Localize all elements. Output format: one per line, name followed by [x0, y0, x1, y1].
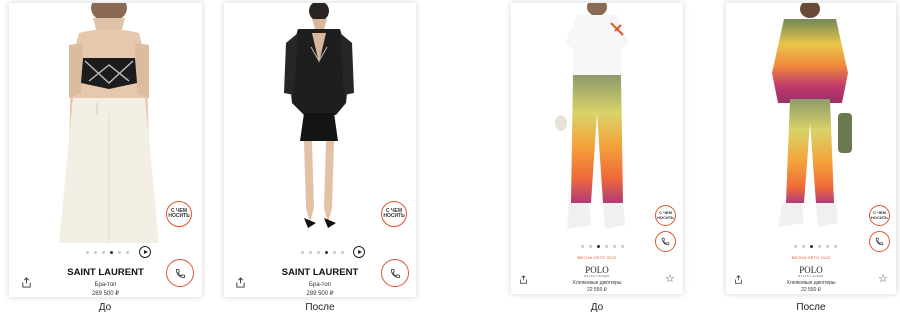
carousel-dot[interactable] [118, 251, 121, 254]
carousel-dots[interactable] [581, 245, 624, 248]
carousel-dot[interactable] [597, 245, 600, 248]
product-price: 289 500 ₽ [306, 291, 334, 297]
carousel-dot[interactable] [818, 245, 821, 248]
product-subtitle: Хлопковые джоггеры [786, 280, 836, 286]
carousel-dot[interactable] [605, 245, 608, 248]
carousel-dot[interactable] [826, 245, 829, 248]
product-subtitle: Хлопковые джоггеры [572, 280, 622, 286]
call-button[interactable] [655, 231, 676, 252]
product-photo[interactable] [726, 3, 896, 239]
phone-icon [875, 237, 884, 246]
carousel-dot[interactable] [317, 251, 320, 254]
product-price: 22 550 ₽ [801, 287, 821, 293]
brand-sub: RALPH LAUREN [584, 275, 610, 278]
brand-name: POLO [799, 265, 823, 275]
carousel-dot[interactable] [94, 251, 97, 254]
model-image [555, 3, 629, 229]
carousel-dot[interactable] [802, 245, 805, 248]
call-button[interactable] [869, 231, 890, 252]
caption-before: До [98, 302, 112, 313]
carousel-dot[interactable] [333, 251, 336, 254]
product-price: 22 550 ₽ [587, 287, 607, 293]
product-card-4[interactable]: С ЧЕМ НОСИТЬ ВЕСНА-ЛЕТО 2022 POLO RALPH … [726, 3, 896, 294]
play-icon[interactable] [139, 246, 151, 258]
carousel-dot[interactable] [309, 251, 312, 254]
season-badge: ВЕСНА-ЛЕТО 2022 [791, 255, 831, 260]
carousel-dot[interactable] [810, 245, 813, 248]
carousel-dot[interactable] [794, 245, 797, 248]
season-badge: ВЕСНА-ЛЕТО 2022 [577, 255, 617, 260]
carousel-dot[interactable] [126, 251, 129, 254]
brand-logo[interactable]: POLO RALPH LAUREN [726, 265, 896, 278]
carousel-dot[interactable] [301, 251, 304, 254]
carousel-dots[interactable] [301, 251, 344, 254]
carousel-dot[interactable] [102, 251, 105, 254]
caption-after: После [796, 302, 826, 313]
product-subtitle: Бра-топ [309, 282, 331, 288]
carousel-dots[interactable] [86, 251, 129, 254]
model-image [772, 3, 852, 227]
what-to-wear-button[interactable]: С ЧЕМ НОСИТЬ [381, 201, 407, 227]
carousel-dot[interactable] [110, 251, 113, 254]
carousel-dot[interactable] [325, 251, 328, 254]
carousel-dots[interactable] [794, 245, 837, 248]
product-card-2[interactable]: С ЧЕМ НОСИТЬ SAINT LAURENT Бра-топ 289 5… [224, 3, 416, 297]
brand-name[interactable]: SAINT LAURENT [9, 267, 202, 278]
product-photo[interactable] [511, 3, 683, 239]
product-card-3[interactable]: С ЧЕМ НОСИТЬ ВЕСНА-ЛЕТО 2022 POLO RALPH … [511, 3, 683, 294]
carousel-dot[interactable] [86, 251, 89, 254]
what-to-wear-button[interactable]: С ЧЕМ НОСИТЬ [166, 201, 192, 227]
carousel-dot[interactable] [341, 251, 344, 254]
product-price: 289 500 ₽ [91, 291, 120, 297]
carousel-dot[interactable] [621, 245, 624, 248]
brand-name[interactable]: SAINT LAURENT [224, 267, 416, 278]
caption-before: До [590, 302, 604, 313]
caption-after: После [305, 302, 335, 313]
brand-sub: RALPH LAUREN [798, 275, 824, 278]
product-subtitle: Бра-топ [94, 282, 117, 288]
carousel-dot[interactable] [834, 245, 837, 248]
what-to-wear-button[interactable]: С ЧЕМ НОСИТЬ [869, 205, 890, 226]
phone-icon [661, 237, 670, 246]
what-to-wear-button[interactable]: С ЧЕМ НОСИТЬ [655, 205, 676, 226]
brand-logo[interactable]: POLO RALPH LAUREN [511, 265, 683, 278]
play-icon[interactable] [353, 246, 365, 258]
product-card-1[interactable]: С ЧЕМ НОСИТЬ SAINT LAURENT Бра-топ 289 5… [9, 3, 202, 297]
carousel-dot[interactable] [589, 245, 592, 248]
carousel-dot[interactable] [613, 245, 616, 248]
brand-name: POLO [585, 265, 609, 275]
carousel-dot[interactable] [581, 245, 584, 248]
